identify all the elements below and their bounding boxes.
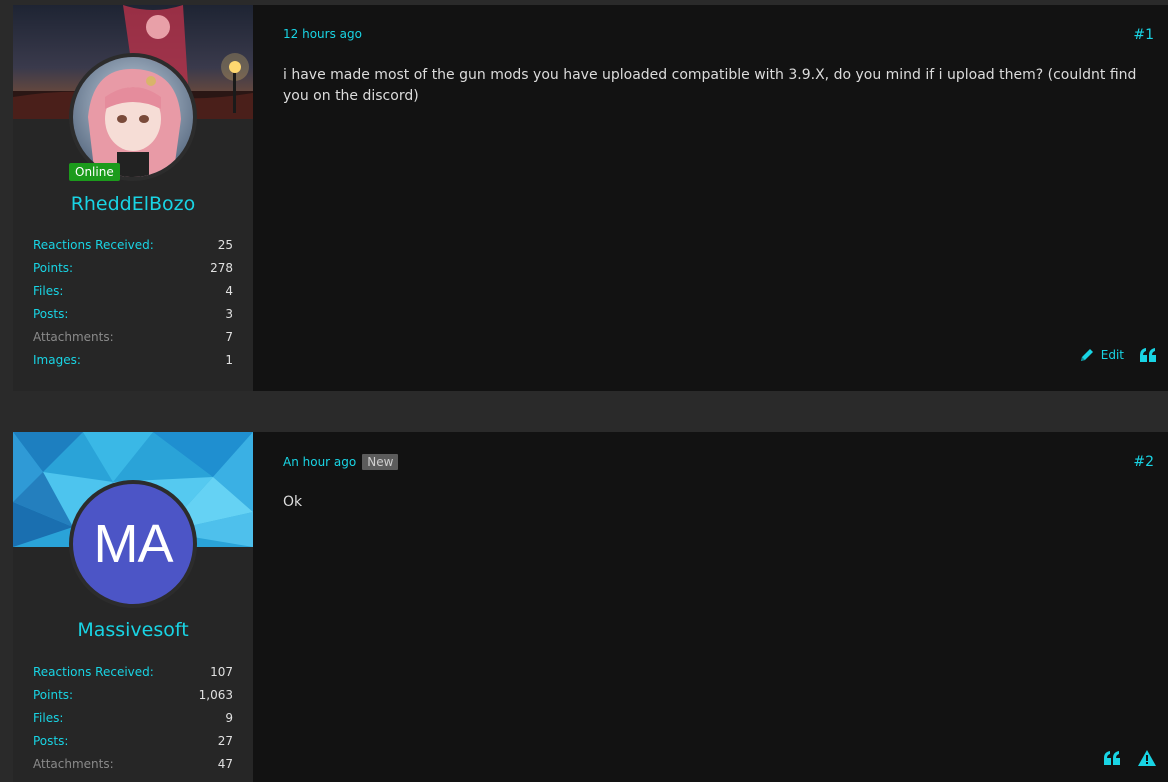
stat-label[interactable]: Reactions Received: [33, 234, 154, 257]
quote-icon [1104, 751, 1120, 765]
stat-value: 1,063 [198, 688, 233, 702]
stat-value: 7 [225, 330, 233, 344]
post-actions: Edit [1079, 347, 1156, 363]
pencil-icon [1080, 349, 1093, 361]
stat-row: Files: 4 [33, 280, 233, 303]
quote-button[interactable] [1104, 751, 1120, 765]
stat-label[interactable]: Posts: [33, 303, 68, 326]
post-meta: An hour ago New [283, 454, 399, 470]
stat-label: Attachments: [33, 757, 114, 771]
stat-value: 47 [217, 757, 233, 771]
edit-button[interactable]: Edit [1079, 347, 1124, 363]
stat-label[interactable]: Points: [33, 257, 73, 280]
quote-icon [1140, 348, 1156, 362]
post-message: Ok [283, 494, 303, 510]
stat-value: 278 [210, 261, 233, 275]
user-avatar[interactable]: MA [69, 480, 197, 608]
stat-label[interactable]: Posts: [33, 730, 68, 753]
user-sidebar: Online RheddElBozo Reactions Received: 2… [13, 5, 253, 391]
post-2: MA Massivesoft Reactions Received: 107 P… [13, 432, 1168, 782]
stat-row: Files: 9 [33, 707, 233, 730]
stat-row: Posts: 27 [33, 730, 233, 753]
stat-row: Reactions Received: 25 [33, 234, 233, 257]
stat-row: Points: 1,063 [33, 684, 233, 707]
username-link[interactable]: Massivesoft [13, 619, 253, 641]
stat-row: Posts: 3 [33, 303, 233, 326]
warning-icon [1138, 750, 1156, 766]
stat-label[interactable]: Reactions Received: [33, 661, 154, 684]
post-message: i have made most of the gun mods you hav… [283, 67, 1137, 104]
stat-value: 4 [225, 284, 233, 298]
user-sidebar: MA Massivesoft Reactions Received: 107 P… [13, 432, 253, 782]
edit-label: Edit [1100, 348, 1124, 362]
stat-value: 27 [217, 734, 233, 748]
user-stats: Reactions Received: 107 Points: 1,063 Fi… [33, 661, 233, 776]
post-timestamp[interactable]: 12 hours ago [283, 27, 362, 41]
new-badge: New [362, 454, 399, 470]
post-1: Online RheddElBozo Reactions Received: 2… [13, 5, 1168, 391]
online-badge: Online [69, 163, 120, 181]
stat-row: Reactions Received: 107 [33, 661, 233, 684]
stat-label[interactable]: Files: [33, 707, 63, 730]
post-actions [1104, 750, 1156, 766]
avatar-initials: MA [93, 514, 174, 574]
quote-button[interactable] [1140, 348, 1156, 362]
stat-value: 9 [225, 711, 233, 725]
report-button[interactable] [1138, 750, 1156, 766]
stat-row: Points: 278 [33, 257, 233, 280]
username-link[interactable]: RheddElBozo [13, 193, 253, 215]
post-number[interactable]: #1 [1114, 27, 1154, 43]
stat-value: 3 [225, 307, 233, 321]
user-stats: Reactions Received: 25 Points: 278 Files… [33, 234, 233, 372]
post-timestamp[interactable]: An hour ago [283, 455, 356, 469]
stat-label[interactable]: Files: [33, 280, 63, 303]
post-number[interactable]: #2 [1114, 454, 1154, 470]
stat-label: Attachments: [33, 330, 114, 344]
stat-value: 107 [210, 665, 233, 679]
post-meta: 12 hours ago [283, 27, 362, 41]
user-avatar[interactable] [69, 53, 197, 181]
stat-row: Attachments: 47 [33, 753, 233, 776]
stat-value: 25 [217, 238, 233, 252]
stat-row: Attachments: 7 [33, 326, 233, 349]
stat-row: Images: 1 [33, 349, 233, 372]
stat-label[interactable]: Points: [33, 684, 73, 707]
stat-label[interactable]: Images: [33, 349, 81, 372]
stat-value: 1 [225, 353, 233, 367]
